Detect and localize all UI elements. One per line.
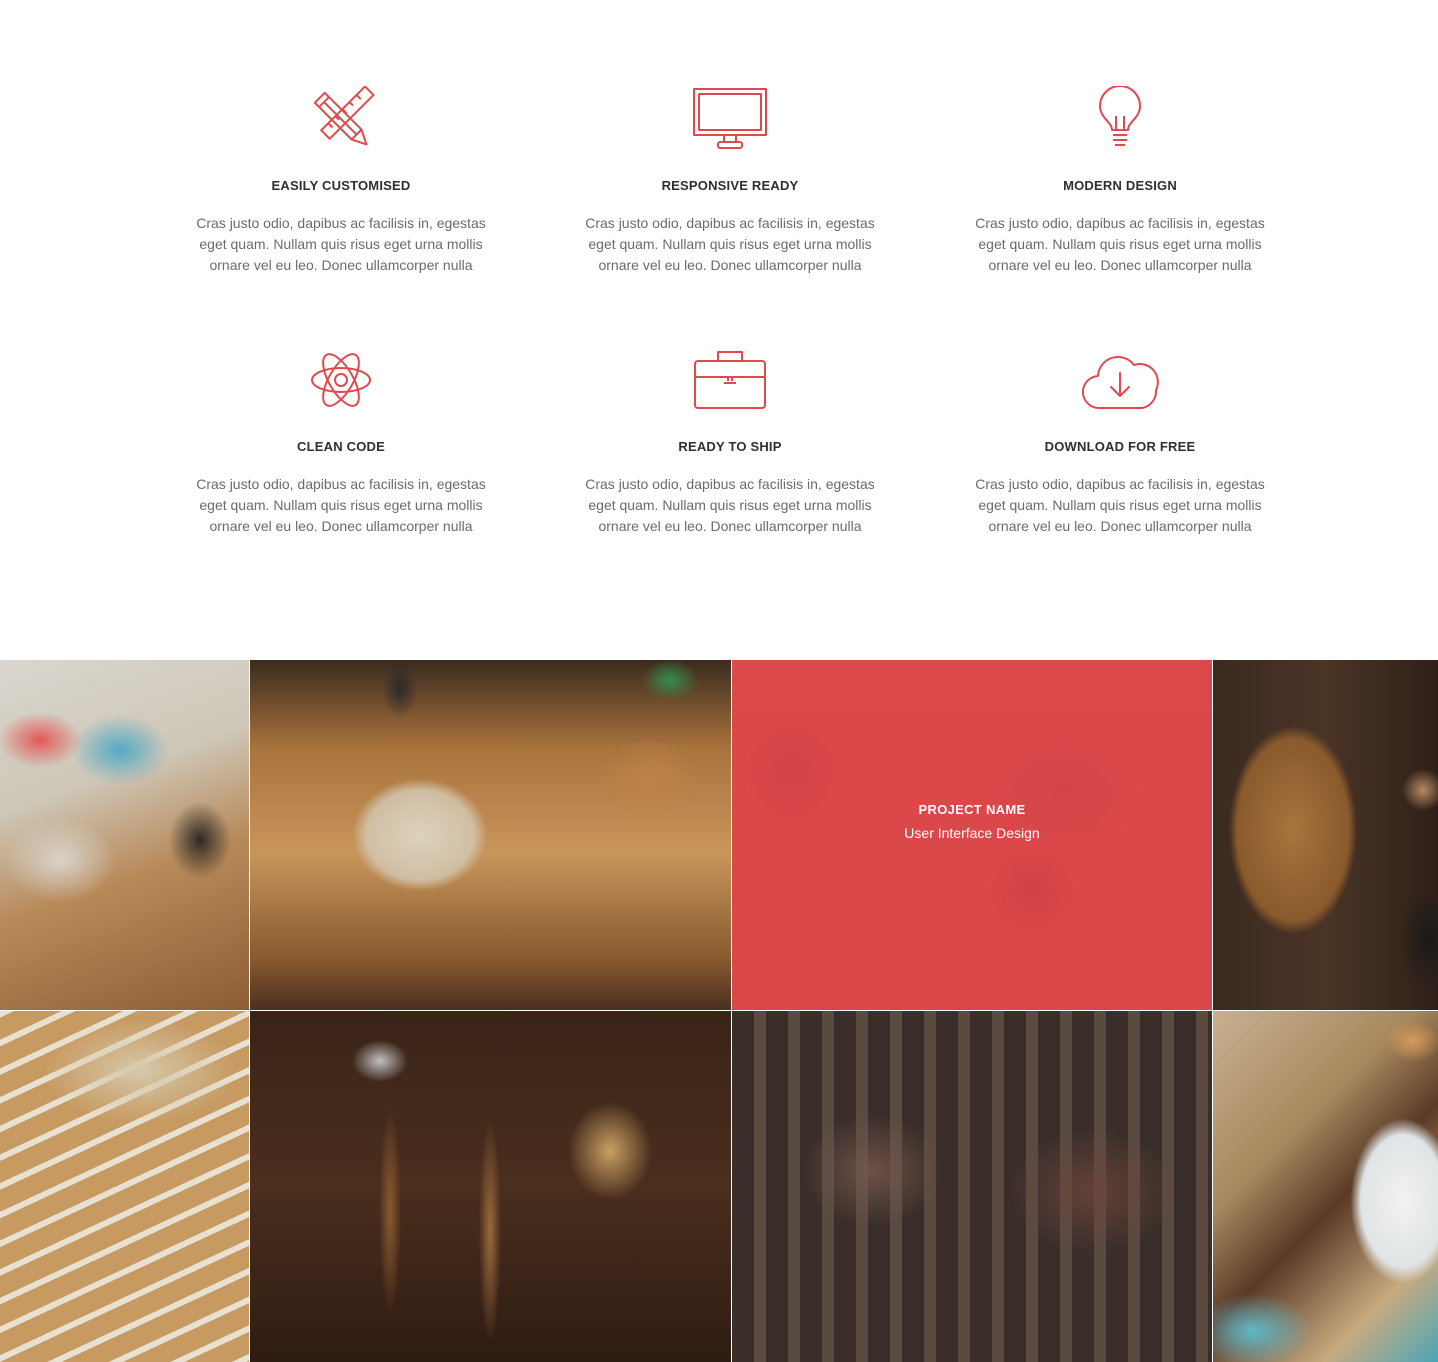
feature-item: RESPONSIVE READY Cras justo odio, dapibu… <box>570 86 890 276</box>
atom-icon <box>299 347 383 413</box>
pencil-ruler-icon <box>299 85 383 152</box>
monitor-icon <box>688 86 772 152</box>
portfolio-item[interactable] <box>1213 1011 1438 1362</box>
project-category: User Interface Design <box>904 824 1040 841</box>
feature-title: RESPONSIVE READY <box>661 178 799 193</box>
portfolio-gallery: PROJECT NAME User Interface Design <box>0 660 1438 1362</box>
feature-title: READY TO SHIP <box>678 439 782 454</box>
portfolio-item[interactable] <box>0 1011 249 1362</box>
feature-item: MODERN DESIGN Cras justo odio, dapibus a… <box>960 85 1280 276</box>
portfolio-image <box>250 1011 731 1362</box>
portfolio-image <box>732 1011 1212 1362</box>
feature-text: Cras justo odio, dapibus ac facilisis in… <box>975 215 1265 273</box>
portfolio-item[interactable] <box>0 660 249 1010</box>
cloud-download-icon <box>1078 347 1162 413</box>
feature-item: READY TO SHIP Cras justo odio, dapibus a… <box>570 347 890 537</box>
feature-title: CLEAN CODE <box>297 439 385 454</box>
feature-text: Cras justo odio, dapibus ac facilisis in… <box>585 215 875 273</box>
briefcase-icon <box>688 347 772 413</box>
portfolio-image <box>1213 1011 1438 1362</box>
portfolio-item[interactable] <box>250 1011 731 1362</box>
feature-title: MODERN DESIGN <box>1063 178 1177 193</box>
portfolio-image <box>0 1011 249 1362</box>
project-name[interactable]: PROJECT NAME <box>919 802 1026 817</box>
feature-title: DOWNLOAD FOR FREE <box>1044 439 1196 454</box>
feature-item: EASILY CUSTOMISED Cras justo odio, dapib… <box>181 85 501 276</box>
features-section: EASILY CUSTOMISED Cras justo odio, dapib… <box>0 0 1438 660</box>
feature-text: Cras justo odio, dapibus ac facilisis in… <box>196 476 486 534</box>
portfolio-item[interactable] <box>732 1011 1212 1362</box>
feature-item: DOWNLOAD FOR FREE Cras justo odio, dapib… <box>960 347 1280 537</box>
feature-text: Cras justo odio, dapibus ac facilisis in… <box>975 476 1265 534</box>
lightbulb-icon <box>1078 85 1162 152</box>
portfolio-image <box>1213 660 1438 1010</box>
feature-text: Cras justo odio, dapibus ac facilisis in… <box>196 215 486 273</box>
portfolio-item[interactable] <box>1213 660 1438 1010</box>
portfolio-image <box>250 660 731 1010</box>
portfolio-image <box>0 660 249 1010</box>
feature-title: EASILY CUSTOMISED <box>271 178 411 193</box>
portfolio-hover-overlay[interactable]: PROJECT NAME User Interface Design <box>732 660 1212 1010</box>
portfolio-item[interactable] <box>250 660 731 1010</box>
feature-item: CLEAN CODE Cras justo odio, dapibus ac f… <box>181 347 501 537</box>
portfolio-item-hover[interactable]: PROJECT NAME User Interface Design <box>732 660 1212 1010</box>
feature-text: Cras justo odio, dapibus ac facilisis in… <box>585 476 875 534</box>
